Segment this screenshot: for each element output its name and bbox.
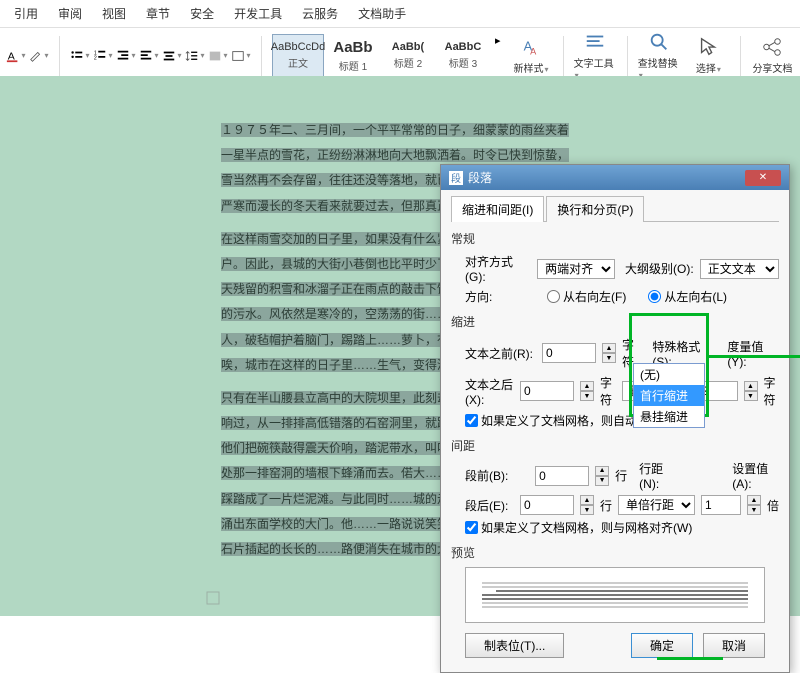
indent-heading: 缩进	[451, 313, 779, 330]
spin-up[interactable]: ▲	[580, 495, 594, 505]
spacing-before-label: 段前(B):	[465, 467, 529, 484]
menu-tab-view[interactable]: 视图	[92, 2, 136, 25]
unit-bei: 倍	[767, 497, 779, 514]
dialog-icon: 段	[449, 171, 463, 185]
svg-text:A: A	[530, 46, 537, 56]
border-icon[interactable]	[231, 46, 251, 66]
preview-pane	[465, 567, 765, 623]
paragraph-group: 12	[70, 46, 251, 66]
menu-tab-cloud[interactable]: 云服务	[292, 2, 348, 25]
format-group: A	[6, 46, 49, 66]
new-style-button[interactable]: AA新样式	[510, 36, 553, 75]
share-button[interactable]: 分享文档	[751, 36, 794, 75]
tab-indent-spacing[interactable]: 缩进和间距(I)	[451, 196, 544, 222]
unit-char2: 字符	[600, 374, 615, 408]
align-label: 对齐方式(G):	[465, 253, 531, 284]
select-button[interactable]: 选择	[687, 36, 730, 75]
dialog-title: 段落	[468, 169, 492, 186]
outline-label: 大纲级别(O):	[621, 260, 694, 277]
menu-tab-assistant[interactable]: 文档助手	[348, 2, 416, 25]
indent-left-icon[interactable]	[139, 46, 159, 66]
dropdown-item-hang[interactable]: 悬挂缩进	[634, 406, 704, 427]
direction-label: 方向:	[465, 288, 541, 305]
spin-down[interactable]: ▼	[744, 391, 758, 401]
direction-rtl-radio[interactable]: 从左向右(L)	[648, 288, 727, 305]
spin-down[interactable]: ▼	[595, 476, 609, 486]
font-color-icon[interactable]: A	[6, 46, 26, 66]
line-spacing-icon[interactable]	[185, 46, 205, 66]
general-heading: 常规	[451, 230, 779, 247]
style-item-h1[interactable]: AaBb标题 1	[327, 34, 379, 78]
unit-line: 行	[615, 467, 627, 484]
indent-right-icon[interactable]	[116, 46, 136, 66]
spin-up[interactable]: ▲	[747, 495, 761, 505]
align-icon[interactable]	[162, 46, 182, 66]
bullet-list-icon[interactable]	[70, 46, 90, 66]
number-list-icon[interactable]: 12	[93, 46, 113, 66]
indent-before-label: 文本之前(R):	[465, 345, 536, 362]
tabs-button[interactable]: 制表位(T)...	[465, 633, 564, 658]
spin-down[interactable]: ▼	[580, 391, 594, 401]
tab-line-page[interactable]: 换行和分页(P)	[546, 196, 644, 222]
set-value-label: 设置值(A):	[732, 460, 779, 491]
menu-tab-security[interactable]: 安全	[180, 2, 224, 25]
styles-gallery: AaBbCcDd正文 AaBb标题 1 AaBb(标题 2 AaBbC标题 3 …	[272, 34, 504, 78]
page-tab-icon	[205, 590, 221, 606]
dialog-titlebar[interactable]: 段 段落 ✕	[441, 165, 789, 190]
close-button[interactable]: ✕	[745, 170, 781, 186]
unit-char3: 字符	[764, 374, 779, 408]
spacing-heading: 间距	[451, 437, 779, 454]
unit-line2: 行	[600, 497, 612, 514]
spacing-grid-checkbox[interactable]: 如果定义了文档网格，则与网格对齐(W)	[465, 519, 692, 536]
menu-tab-chapter[interactable]: 章节	[136, 2, 180, 25]
indent-after-input[interactable]	[520, 381, 574, 401]
line-spacing-label: 行距(N):	[639, 460, 676, 491]
style-item-h3[interactable]: AaBbC标题 3	[437, 34, 489, 78]
ok-button[interactable]: 确定	[631, 633, 693, 658]
dialog-tabs: 缩进和间距(I) 换行和分页(P)	[451, 196, 779, 222]
menu-tabs: 引用 审阅 视图 章节 安全 开发工具 云服务 文档助手	[0, 0, 800, 28]
spin-up[interactable]: ▲	[744, 381, 758, 391]
dropdown-item-none[interactable]: (无)	[634, 364, 704, 385]
set-value-input[interactable]	[701, 495, 741, 515]
preview-heading: 预览	[451, 544, 779, 561]
indent-after-label: 文本之后(X):	[465, 376, 514, 407]
spacing-after-label: 段后(E):	[465, 497, 514, 514]
find-replace-button[interactable]: 查找替换	[638, 31, 681, 81]
spin-up[interactable]: ▲	[595, 466, 609, 476]
shading-icon[interactable]	[208, 46, 228, 66]
spacing-before-input[interactable]	[535, 466, 589, 486]
cancel-button[interactable]: 取消	[703, 633, 765, 658]
spin-up[interactable]: ▲	[602, 343, 616, 353]
paragraph-dialog: 段 段落 ✕ 缩进和间距(I) 换行和分页(P) 常规 对齐方式(G): 两端对…	[440, 164, 790, 673]
spin-down[interactable]: ▼	[580, 505, 594, 515]
indent-before-input[interactable]	[542, 343, 596, 363]
styles-more-icon[interactable]: ▸	[492, 34, 504, 78]
spin-down[interactable]: ▼	[747, 505, 761, 515]
dropdown-item-first[interactable]: 首行缩进	[634, 385, 704, 406]
highlight-icon[interactable]	[29, 46, 49, 66]
spin-up[interactable]: ▲	[580, 381, 594, 391]
svg-text:2: 2	[94, 55, 97, 61]
align-select[interactable]: 两端对齐	[537, 259, 615, 279]
outline-select[interactable]: 正文文本	[700, 259, 779, 279]
text-tools-button[interactable]: 文字工具	[574, 31, 617, 81]
special-format-dropdown: (无) 首行缩进 悬挂缩进	[633, 363, 705, 428]
line-spacing-select[interactable]: 单倍行距	[618, 495, 695, 515]
spacing-after-input[interactable]	[520, 495, 574, 515]
spin-down[interactable]: ▼	[602, 353, 616, 363]
style-item-h2[interactable]: AaBb(标题 2	[382, 34, 434, 78]
style-item-normal[interactable]: AaBbCcDd正文	[272, 34, 324, 78]
menu-tab-references[interactable]: 引用	[4, 2, 48, 25]
menu-tab-devtools[interactable]: 开发工具	[224, 2, 292, 25]
menu-tab-review[interactable]: 审阅	[48, 2, 92, 25]
direction-ltr-radio[interactable]: 从右向左(F)	[547, 288, 626, 305]
amount-label: 度量值(Y):	[727, 338, 779, 369]
